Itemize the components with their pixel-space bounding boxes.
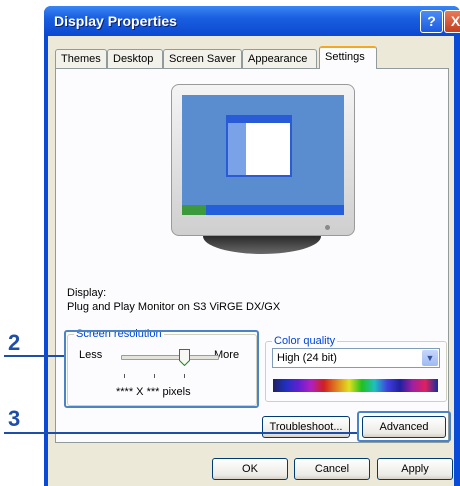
tab-themes[interactable]: Themes <box>55 49 107 68</box>
apply-button[interactable]: Apply <box>377 458 453 480</box>
monitor-preview <box>171 84 355 236</box>
tab-desktop[interactable]: Desktop <box>107 49 163 68</box>
monitor-screen <box>182 95 344 215</box>
callout-line-2 <box>4 355 64 357</box>
display-device-name: Plug and Play Monitor on S3 ViRGE DX/GX <box>67 301 281 313</box>
preview-window-sidebar <box>228 123 246 175</box>
close-button[interactable]: X <box>444 10 460 33</box>
display-label: Display: <box>67 287 107 299</box>
callout-box-screen-resolution <box>64 330 259 408</box>
troubleshoot-button[interactable]: Troubleshoot... <box>262 416 350 438</box>
preview-window-icon <box>226 115 292 177</box>
cancel-button[interactable]: Cancel <box>294 458 370 480</box>
callout-number-2: 2 <box>8 330 21 355</box>
color-quality-legend: Color quality <box>272 335 338 347</box>
preview-taskbar <box>182 205 344 215</box>
callout-line-3 <box>4 432 357 434</box>
help-button[interactable]: ? <box>420 10 443 33</box>
preview-start-button <box>182 205 206 215</box>
callout-number-3: 3 <box>8 406 21 431</box>
callout-box-advanced <box>357 411 451 442</box>
color-quality-select[interactable]: High (24 bit) ▼ <box>272 348 440 368</box>
tab-screen-saver[interactable]: Screen Saver <box>163 49 242 68</box>
window-title: Display Properties <box>54 13 177 29</box>
tab-settings[interactable]: Settings <box>319 46 377 69</box>
tab-appearance[interactable]: Appearance <box>242 49 317 68</box>
color-quality-value: High (24 bit) <box>277 352 337 364</box>
color-spectrum-bar <box>273 379 438 392</box>
title-bar[interactable]: Display Properties ? X <box>44 6 460 36</box>
power-led-icon <box>325 225 330 230</box>
ok-button[interactable]: OK <box>212 458 288 480</box>
chevron-down-icon[interactable]: ▼ <box>422 350 438 366</box>
